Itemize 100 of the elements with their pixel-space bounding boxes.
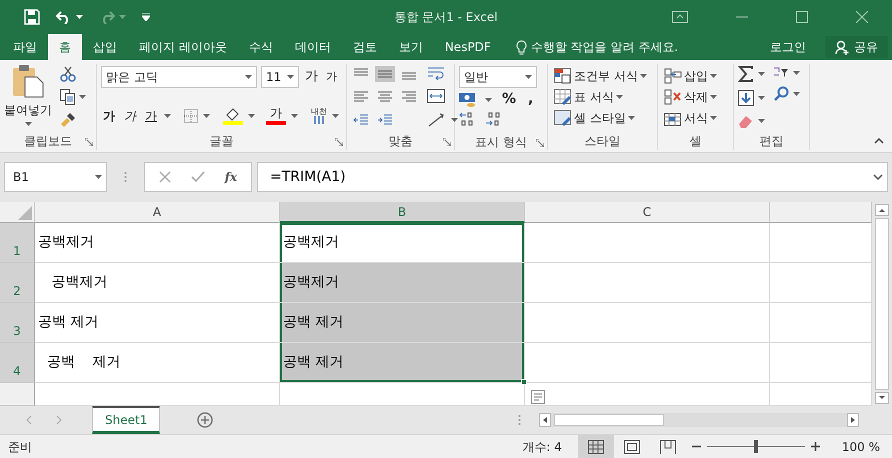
caret-icon[interactable] bbox=[164, 114, 171, 118]
sheet-cell[interactable]: 공백 제거 bbox=[280, 303, 525, 343]
caret-icon[interactable] bbox=[451, 118, 458, 122]
sheet-cell[interactable] bbox=[525, 263, 770, 303]
save-icon[interactable] bbox=[24, 9, 40, 25]
font-size-field[interactable]: 11 bbox=[261, 66, 299, 88]
sheet-cell[interactable] bbox=[525, 343, 770, 383]
caret-icon[interactable] bbox=[79, 95, 86, 99]
caret-icon[interactable] bbox=[710, 74, 717, 78]
style-menu-button[interactable]: 표 서식 bbox=[552, 87, 649, 107]
align-right-icon[interactable] bbox=[401, 90, 417, 104]
sheet-tab[interactable]: Sheet1 bbox=[92, 406, 160, 434]
dialog-launcher-icon[interactable] bbox=[443, 138, 451, 146]
expand-icon[interactable] bbox=[873, 174, 883, 180]
ribbon-tab[interactable]: NesPDF bbox=[434, 34, 502, 60]
caret-icon[interactable] bbox=[287, 75, 294, 79]
caret-icon[interactable] bbox=[332, 114, 339, 118]
sheet-cell[interactable]: 공백제거 bbox=[280, 223, 525, 263]
paste-button[interactable]: 붙여넣기 bbox=[4, 64, 52, 132]
customize-icon[interactable] bbox=[142, 13, 150, 21]
ribbon-tab[interactable]: 홈 bbox=[48, 34, 82, 60]
cells-menu-button[interactable]: 서식 bbox=[662, 108, 719, 128]
column-header[interactable]: A bbox=[35, 202, 280, 223]
sheet-cell[interactable] bbox=[525, 303, 770, 343]
caret-icon[interactable] bbox=[628, 116, 635, 120]
align-left-icon[interactable] bbox=[353, 90, 369, 104]
copy-icon[interactable] bbox=[60, 89, 75, 105]
caret-icon[interactable] bbox=[24, 122, 32, 126]
caret-icon[interactable] bbox=[248, 114, 255, 118]
insert-function-button[interactable]: fx bbox=[224, 168, 238, 186]
row-header[interactable]: 3 bbox=[0, 303, 35, 343]
scrollbar-thumb[interactable] bbox=[554, 414, 664, 426]
grip-icon[interactable] bbox=[518, 414, 522, 426]
font-color-button[interactable]: 가 bbox=[266, 107, 286, 125]
zoom-in-icon[interactable] bbox=[810, 442, 820, 451]
column-header[interactable]: B bbox=[280, 202, 525, 223]
underline-button[interactable]: 가 bbox=[143, 106, 159, 126]
zoom-level-text[interactable]: 100 % bbox=[842, 438, 880, 456]
caret-icon[interactable] bbox=[793, 92, 800, 96]
ribbon-tab[interactable]: 삽입 bbox=[82, 34, 128, 60]
search-icon[interactable] bbox=[773, 86, 789, 102]
caret-icon[interactable] bbox=[525, 75, 532, 79]
italic-button[interactable]: 가 bbox=[122, 106, 138, 126]
fill-handle[interactable] bbox=[521, 379, 527, 385]
ribbon-tab[interactable]: 수식 bbox=[238, 34, 284, 60]
caret-icon[interactable] bbox=[291, 114, 298, 118]
bold-button[interactable]: 가 bbox=[101, 106, 117, 126]
ribbon-tab[interactable]: 파일 bbox=[2, 34, 48, 60]
caret-icon[interactable] bbox=[710, 116, 717, 120]
caret-icon[interactable] bbox=[758, 96, 765, 100]
sheet-cell[interactable] bbox=[525, 223, 770, 263]
scroll-left-icon[interactable] bbox=[539, 413, 552, 427]
align-center-icon[interactable] bbox=[377, 90, 393, 104]
caret-icon[interactable] bbox=[485, 98, 492, 102]
tell-me-button[interactable]: 수행할 작업을 알려 주세요. bbox=[502, 34, 690, 60]
currency-icon[interactable] bbox=[459, 92, 477, 108]
increase-indent-icon[interactable] bbox=[377, 113, 393, 127]
orientation-icon[interactable] bbox=[427, 112, 447, 128]
style-menu-button[interactable]: 셀 스타일 bbox=[552, 108, 649, 128]
caret-icon[interactable] bbox=[640, 74, 647, 78]
grow-font-button[interactable]: 가 bbox=[303, 66, 320, 88]
format-painter-icon[interactable] bbox=[60, 112, 76, 128]
scrollbar-thumb[interactable] bbox=[875, 218, 889, 390]
row-header[interactable]: 1 bbox=[0, 223, 35, 263]
ribbon-tab[interactable]: 보기 bbox=[388, 34, 434, 60]
number-format-field[interactable]: 일반 bbox=[459, 66, 537, 88]
borders-icon[interactable] bbox=[184, 109, 198, 123]
ribbon-tab[interactable]: 페이지 레이아웃 bbox=[128, 34, 238, 60]
caret-icon[interactable] bbox=[758, 72, 765, 76]
name-box[interactable]: B1 bbox=[4, 162, 107, 192]
sheet-cell[interactable] bbox=[770, 343, 872, 383]
fill-down-icon[interactable] bbox=[738, 90, 754, 106]
ribbon-tab[interactable]: 데이터 bbox=[284, 34, 342, 60]
phonetic-guide-label[interactable]: 내천 bbox=[311, 108, 327, 116]
scroll-up-icon[interactable] bbox=[875, 204, 889, 216]
add-sheet-icon[interactable] bbox=[197, 412, 214, 428]
caret-icon[interactable] bbox=[793, 71, 800, 75]
caret-icon[interactable] bbox=[245, 75, 252, 79]
dialog-launcher-icon[interactable] bbox=[536, 139, 544, 147]
maximize-icon[interactable] bbox=[796, 11, 808, 23]
sheet-cell[interactable] bbox=[770, 223, 872, 263]
quick-analysis-icon[interactable] bbox=[531, 390, 545, 404]
caret-icon[interactable] bbox=[203, 114, 210, 118]
collapse-ribbon-icon[interactable] bbox=[874, 138, 884, 144]
caret-icon[interactable] bbox=[758, 119, 765, 123]
cells-menu-button[interactable]: 삭제 bbox=[662, 87, 719, 107]
ribbon-tab[interactable]: 검토 bbox=[342, 34, 388, 60]
caret-icon[interactable] bbox=[76, 15, 83, 19]
comma-button[interactable]: , bbox=[526, 88, 536, 111]
caret-icon[interactable] bbox=[95, 175, 102, 179]
share-button[interactable]: 공유 bbox=[825, 36, 888, 58]
dialog-launcher-icon[interactable] bbox=[335, 138, 343, 146]
formula-field[interactable]: =TRIM(A1) bbox=[270, 166, 346, 188]
caret-icon[interactable] bbox=[616, 95, 623, 99]
grip-icon[interactable] bbox=[124, 171, 127, 183]
column-header[interactable]: C bbox=[525, 202, 770, 223]
close-icon[interactable] bbox=[856, 11, 868, 23]
font-name-field[interactable]: 맑은 고딕 bbox=[101, 66, 257, 88]
view-button[interactable] bbox=[578, 434, 614, 458]
decrease-indent-icon[interactable] bbox=[353, 113, 369, 127]
